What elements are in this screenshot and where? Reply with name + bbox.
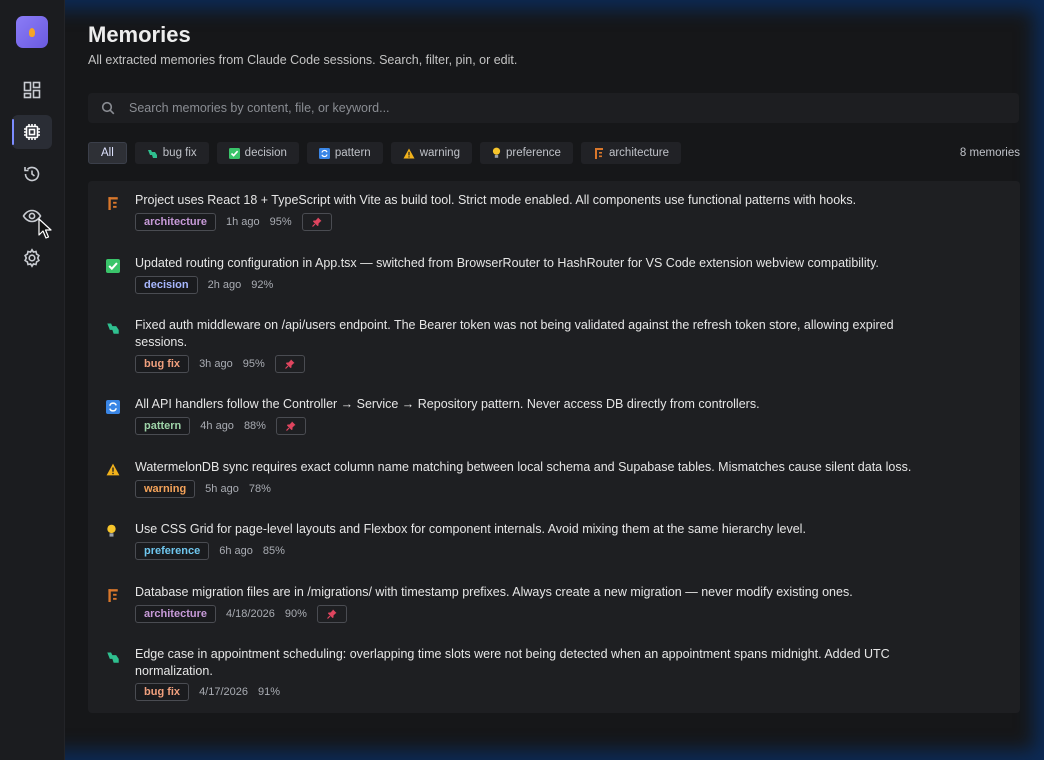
- crane-icon: [106, 588, 120, 602]
- memory-meta: architecture 4/18/2026 90%: [135, 605, 347, 623]
- pin-button[interactable]: [274, 355, 305, 373]
- filter-label: decision: [244, 147, 287, 159]
- sidebar: [0, 0, 65, 760]
- search-placeholder: Search memories by content, file, or key…: [129, 101, 390, 115]
- history-icon: [24, 166, 40, 182]
- filter-label: bug fix: [162, 147, 197, 159]
- memory-time: 6h ago: [219, 545, 253, 557]
- memory-time: 4/18/2026: [225, 608, 275, 620]
- category-tag[interactable]: preference: [135, 542, 210, 560]
- bug-icon: [106, 650, 120, 664]
- category-tag[interactable]: architecture: [135, 605, 216, 623]
- filter-pattern[interactable]: pattern: [306, 142, 383, 164]
- memory-meta: architecture 1h ago 95%: [135, 213, 332, 231]
- repeat-icon: [106, 400, 120, 414]
- memory-confidence: 91%: [258, 686, 281, 698]
- memory-time: 4h ago: [200, 420, 234, 432]
- pin-button[interactable]: [301, 213, 332, 231]
- category-tag[interactable]: warning: [135, 480, 196, 498]
- filter-label: warning: [419, 147, 460, 159]
- category-tag[interactable]: bug fix: [135, 683, 190, 701]
- category-tag[interactable]: decision: [135, 276, 198, 294]
- memory-confidence: 78%: [248, 483, 271, 495]
- nav-settings[interactable]: [12, 241, 52, 275]
- category-tag[interactable]: architecture: [135, 213, 216, 231]
- memory-confidence: 95%: [269, 216, 292, 228]
- memory-text: Edge case in appointment scheduling: ove…: [135, 647, 890, 678]
- filter-architecture[interactable]: architecture: [580, 142, 682, 164]
- page-subtitle: All extracted memories from Claude Code …: [88, 53, 518, 67]
- memory-meta: decision 2h ago 92%: [135, 276, 273, 294]
- page-title: Memories: [88, 22, 191, 47]
- search-icon: [101, 101, 115, 115]
- dashboard-icon: [23, 81, 41, 99]
- nav-history[interactable]: [12, 157, 52, 191]
- memory-text: WatermelonDB sync requires exact column …: [135, 460, 912, 474]
- memory-list: Project uses React 18 + TypeScript with …: [88, 181, 1020, 713]
- filter-warning[interactable]: warning: [390, 142, 472, 164]
- pin-button[interactable]: [316, 605, 347, 623]
- category-tag[interactable]: pattern: [135, 417, 191, 435]
- memory-confidence: 95%: [242, 358, 265, 370]
- memory-confidence: 88%: [243, 420, 266, 432]
- crane-icon: [593, 147, 604, 159]
- check-box-icon: [228, 147, 240, 159]
- memory-text: Database migration files are in /migrati…: [135, 585, 853, 599]
- memory-time: 3h ago: [199, 358, 233, 370]
- category-tag[interactable]: bug fix: [135, 355, 190, 373]
- app-logo[interactable]: [16, 16, 48, 48]
- memory-text: Updated routing configuration in App.tsx…: [135, 256, 879, 270]
- check-box-icon: [106, 259, 120, 273]
- filter-label: pattern: [334, 147, 371, 159]
- filter-decision[interactable]: decision: [216, 142, 299, 164]
- bug-icon: [147, 148, 158, 159]
- flame-icon: [29, 27, 35, 37]
- filter-label: preference: [505, 147, 561, 159]
- search-input[interactable]: Search memories by content, file, or key…: [88, 93, 1019, 123]
- memory-meta: bug fix 4/17/2026 91%: [135, 683, 280, 701]
- memory-confidence: 90%: [284, 608, 307, 620]
- memory-time: 2h ago: [207, 279, 242, 291]
- main-content: Memories All extracted memories from Cla…: [64, 0, 1044, 760]
- lightbulb-icon: [106, 524, 120, 538]
- bug-icon: [106, 321, 120, 335]
- nav-dashboard[interactable]: [12, 73, 52, 107]
- memory-time: 1h ago: [225, 216, 260, 228]
- memory-meta: warning 5h ago 78%: [135, 480, 271, 498]
- filter-preference[interactable]: preference: [479, 142, 573, 164]
- mouse-cursor-icon: [38, 218, 52, 239]
- gear-icon: [24, 248, 40, 268]
- chip-icon: [24, 124, 40, 140]
- memory-text: Fixed auth middleware on /api/users endp…: [135, 318, 894, 349]
- lightbulb-icon: [492, 147, 501, 159]
- memory-text: All API handlers follow the Controller →…: [135, 397, 760, 411]
- pin-icon: [284, 359, 295, 369]
- memory-time: 4/17/2026: [199, 686, 248, 698]
- filter-bug-fix[interactable]: bug fix: [134, 142, 209, 164]
- memory-text: Use CSS Grid for page-level layouts and …: [135, 522, 806, 536]
- repeat-icon: [318, 147, 330, 159]
- pin-button[interactable]: [275, 417, 306, 435]
- memory-meta: bug fix 3h ago 95%: [135, 355, 305, 373]
- filter-label: architecture: [608, 147, 670, 159]
- memory-text: Project uses React 18 + TypeScript with …: [135, 193, 857, 207]
- memory-meta: pattern 4h ago 88%: [135, 417, 306, 435]
- memory-confidence: 85%: [262, 545, 285, 557]
- filter-bar: All bug fix decision pattern warning pre…: [88, 142, 682, 164]
- memory-count: 8 memories: [959, 147, 1020, 159]
- warning-icon: [403, 148, 415, 159]
- nav-memories[interactable]: [12, 115, 52, 149]
- memory-confidence: 92%: [251, 279, 274, 291]
- memory-meta: preference 6h ago 85%: [135, 542, 285, 560]
- pin-icon: [286, 421, 296, 431]
- filter-label: All: [101, 147, 114, 159]
- pin-icon: [311, 217, 322, 227]
- filter-all[interactable]: All: [88, 142, 127, 164]
- pin-icon: [327, 609, 337, 619]
- warning-icon: [106, 463, 120, 477]
- crane-icon: [106, 196, 120, 210]
- app-window: Memories All extracted memories from Cla…: [0, 0, 1044, 760]
- memory-time: 5h ago: [205, 483, 239, 495]
